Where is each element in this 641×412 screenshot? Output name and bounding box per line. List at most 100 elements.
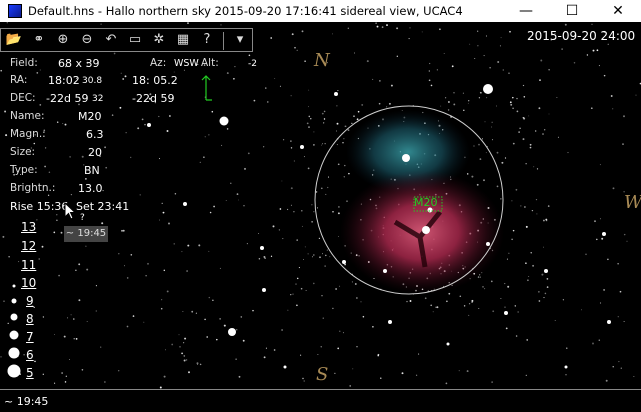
faint-star [322,317,324,319]
faint-star [485,35,487,37]
faint-star [216,338,218,341]
faint-star [64,123,67,126]
faint-star [240,316,243,318]
faint-star [525,262,527,265]
faint-star [162,211,165,214]
open-folder-icon[interactable]: 📂 [4,31,24,49]
faint-star [313,144,315,146]
faint-star [519,127,521,130]
maximize-button[interactable]: ☐ [549,0,595,22]
faint-star [300,287,303,290]
magnitude-scale-item: 7 [26,330,34,344]
faint-star [453,92,455,94]
faint-star [185,359,188,361]
faint-star [204,136,206,138]
faint-star [525,163,527,165]
minimize-button[interactable]: — [503,0,549,22]
faint-star [38,258,40,260]
faint-star [538,300,541,302]
faint-star [468,314,470,316]
faint-star [523,96,526,98]
faint-star [56,219,58,222]
faint-star [290,147,293,149]
status-text: ~ 19:45 [4,395,49,408]
faint-star [512,107,514,110]
faint-star [445,382,448,385]
star-field-icon[interactable]: ✲ [149,31,169,49]
help-icon[interactable]: ? [197,31,217,49]
faint-star [523,117,526,120]
faint-star [536,213,538,215]
faint-star [348,172,350,175]
faint-star [479,276,481,278]
faint-star [590,107,593,110]
faint-star [409,300,412,302]
size-label: Size: [10,146,36,158]
faint-star [541,273,544,276]
faint-star [290,204,292,206]
faint-star [263,356,266,359]
faint-star [477,45,479,47]
faint-star [338,235,339,237]
faint-star [139,194,141,196]
zoom-in-icon[interactable]: ⊕ [53,31,73,49]
faint-star [596,49,599,52]
faint-star [305,290,307,291]
faint-star [126,325,129,328]
cursor-help-hint: ? [80,213,85,223]
faint-star [322,143,323,145]
faint-star [463,109,465,112]
faint-star [8,256,10,258]
faint-star [511,200,513,202]
faint-star [73,318,75,320]
faint-star [34,360,36,363]
faint-star [436,69,438,71]
faint-star [378,102,381,105]
faint-star [290,95,292,97]
faint-star [342,142,344,144]
ra-seconds: 30.8 [82,76,103,86]
faint-star [471,299,474,302]
undo-icon[interactable]: ↶ [101,31,121,49]
faint-star [471,175,474,178]
zoom-out-icon[interactable]: ⊖ [77,31,97,49]
faint-star [476,183,479,186]
chevron-down-icon[interactable]: ▾ [230,31,250,49]
faint-star [111,114,114,116]
close-button[interactable]: ✕ [595,0,641,22]
faint-star [518,131,520,133]
faint-star [361,103,364,106]
faint-star [308,106,310,108]
faint-star [303,258,305,260]
object-label-m20[interactable]: M20 [414,196,438,209]
compass-west: W [624,192,641,213]
faint-star [594,220,596,223]
faint-star [565,374,567,376]
app-icon[interactable] [8,4,22,18]
faint-star [258,233,260,234]
calculator-icon[interactable]: ▦ [173,31,193,49]
faint-star [121,229,123,232]
binoculars-icon[interactable]: ⚭ [29,31,49,49]
faint-star [183,355,186,357]
faint-star [178,334,180,336]
faint-star [219,267,221,269]
faint-star [42,373,44,375]
faint-star [296,277,299,280]
faint-star [482,286,484,288]
faint-star [543,297,545,299]
faint-star [633,376,635,377]
faint-star [181,352,184,355]
faint-star [556,97,558,98]
faint-star [336,122,339,125]
faint-star [292,293,294,295]
faint-star [605,379,608,382]
screen-icon[interactable]: ▭ [125,31,145,49]
faint-star [376,25,379,28]
faint-star [287,208,289,211]
alt-label: Alt: [201,57,219,69]
faint-star [236,193,239,195]
faint-star [564,23,567,26]
faint-star [290,294,292,296]
faint-star [274,78,276,80]
